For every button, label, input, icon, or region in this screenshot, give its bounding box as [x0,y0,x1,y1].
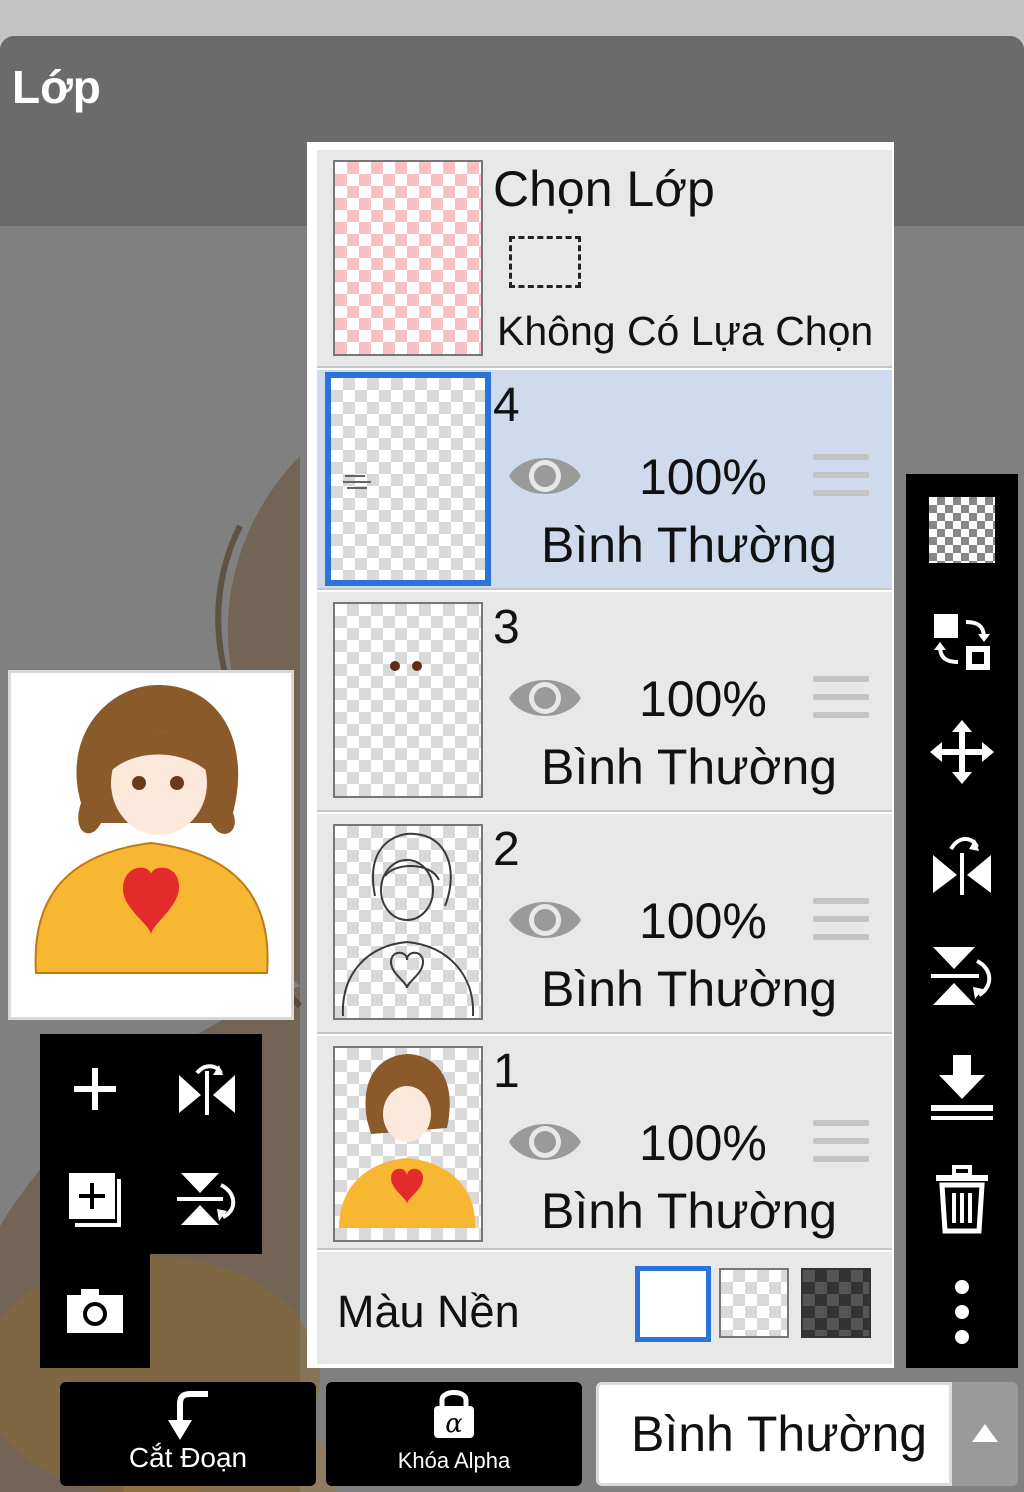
triangle-up-icon [972,1424,998,1442]
flip-vertical-button[interactable] [162,1154,252,1244]
layer-blend-mode[interactable]: Bình Thường [541,738,837,796]
background-white-swatch[interactable] [635,1266,711,1342]
layer-number: 2 [493,823,520,876]
flip-vertical-icon [177,1173,236,1225]
layer-thumbnail[interactable] [333,1046,483,1242]
eye-icon[interactable] [507,892,583,948]
eye-icon[interactable] [507,448,583,504]
flip-horizontal-button[interactable] [162,1044,252,1134]
flip-vertical-icon [931,947,992,1005]
add-layer-button[interactable] [50,1044,140,1134]
layer-row[interactable]: 2 100% Bình Thường [317,814,892,1034]
selection-title: Chọn Lớp [493,161,715,217]
layer-opacity[interactable]: 100% [639,670,767,728]
drag-handle-icon[interactable] [813,898,869,948]
layer-thumbnail[interactable] [333,824,483,1020]
cut-button[interactable]: Cắt Đoạn [60,1382,316,1486]
swap-layers-button[interactable] [918,598,1006,686]
status-strip [0,0,1024,40]
background-dark-swatch[interactable] [801,1268,871,1338]
layer-row[interactable]: 4 100% Bình Thường [317,370,892,590]
layer-blend-mode[interactable]: Bình Thường [541,960,837,1018]
dialog-title: Lớp [12,61,101,113]
alpha-lock-label: Khóa Alpha [397,1448,511,1473]
right-toolbar [906,474,1018,1368]
cut-label: Cắt Đoạn [128,1442,248,1473]
transparency-button[interactable] [918,486,1006,574]
selection-thumbnail [333,160,483,356]
svg-text:α: α [445,1409,463,1439]
swap-layers-icon [934,614,990,670]
camera-icon [67,1289,123,1333]
merge-down-button[interactable] [918,1044,1006,1132]
selection-marquee-icon [509,236,581,288]
merge-down-icon [931,1055,993,1120]
layer-opacity[interactable]: 100% [639,1114,767,1172]
eye-icon[interactable] [507,670,583,726]
flip-horizontal-icon [179,1064,235,1115]
more-icon [955,1280,969,1344]
background-color-label: Màu Nền [337,1286,520,1337]
background-color-row: Màu Nền [317,1252,892,1364]
transparency-icon [929,497,995,563]
layer-opacity[interactable]: 100% [639,448,767,506]
drag-handle-icon[interactable] [813,1120,869,1170]
canvas-preview [8,670,294,1020]
layer-row[interactable]: 1 100% Bình Thường [317,1036,892,1250]
layer-blend-mode[interactable]: Bình Thường [541,516,837,574]
selection-layer-row[interactable]: Chọn Lớp Không Có Lựa Chọn [317,150,892,368]
layer-thumbnail[interactable] [333,602,483,798]
plus-icon [74,1068,116,1110]
lock-alpha-icon: α [434,1390,474,1439]
layer-blend-mode[interactable]: Bình Thường [541,1182,837,1240]
drag-handle-icon[interactable] [813,454,869,504]
eye-icon[interactable] [507,1114,583,1170]
blend-mode-select[interactable]: Bình Thường [596,1382,952,1486]
blend-mode-dropdown-button[interactable] [952,1382,1018,1486]
background-transparent-swatch[interactable] [719,1268,789,1338]
add-layer-icon [69,1173,121,1227]
trash-icon [936,1165,988,1234]
alpha-lock-button[interactable]: α Khóa Alpha [326,1382,582,1486]
flip-horizontal-icon [933,837,991,895]
cut-arrow-icon [168,1391,208,1440]
more-options-button[interactable] [918,1268,1006,1356]
layer-opacity[interactable]: 100% [639,892,767,950]
move-icon [930,720,994,784]
move-button[interactable] [918,708,1006,796]
blend-mode-value: Bình Thường [631,1406,928,1462]
layer-row[interactable]: 3 100% Bình Thường [317,592,892,812]
camera-button[interactable] [50,1266,140,1356]
drag-handle-icon[interactable] [813,676,869,726]
duplicate-layer-button[interactable] [50,1154,140,1244]
layer-number: 4 [493,379,520,432]
flip-vertical-button[interactable] [918,932,1006,1020]
flip-horizontal-button[interactable] [918,820,1006,908]
layer-thumbnail[interactable] [325,372,491,586]
layer-number: 3 [493,601,520,654]
delete-layer-button[interactable] [918,1156,1006,1244]
layer-number: 1 [493,1045,520,1098]
layers-panel: Chọn Lớp Không Có Lựa Chọn 4 100% Bình T… [307,142,894,1368]
selection-status: Không Có Lựa Chọn [497,308,874,354]
